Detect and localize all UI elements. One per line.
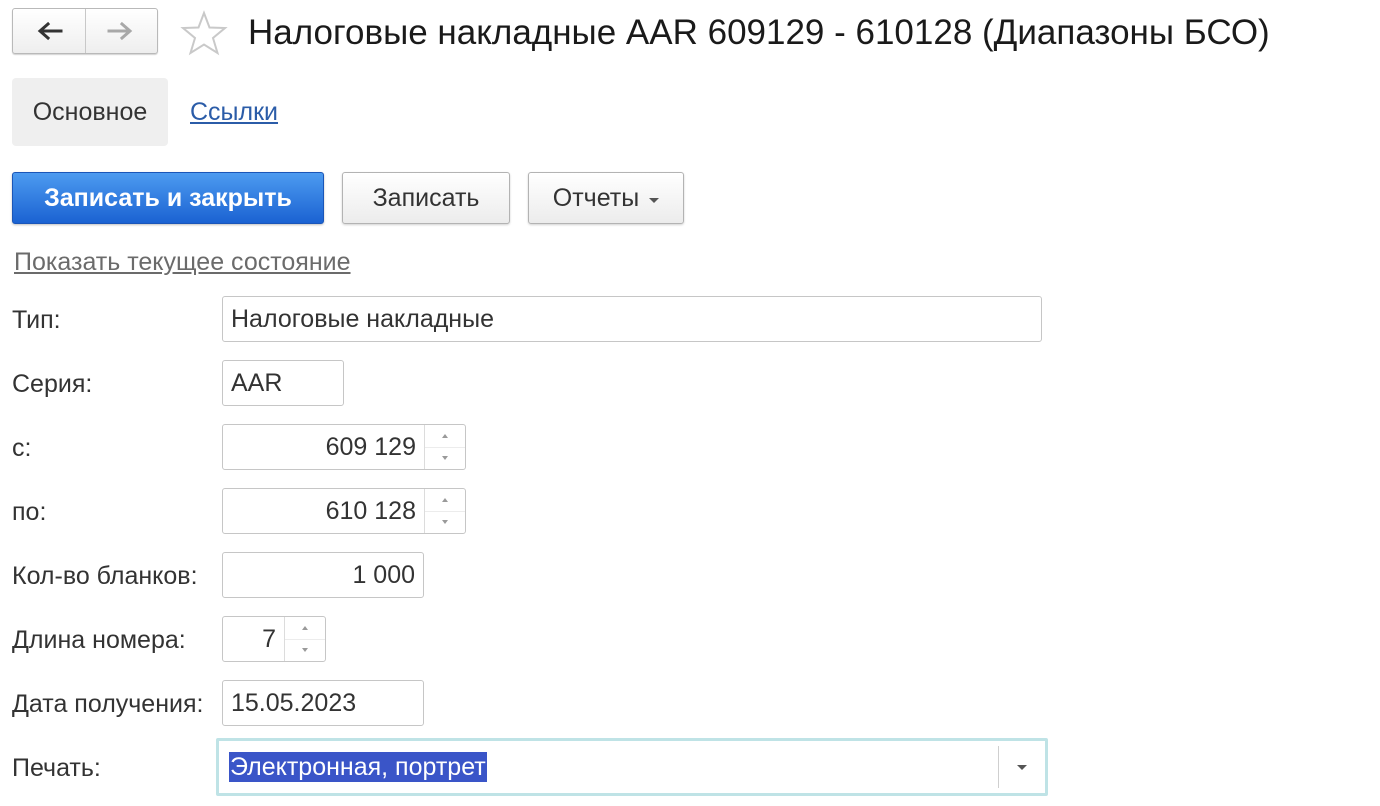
number-length-increment-button[interactable] (285, 617, 325, 639)
series-label: Серия: (12, 370, 93, 398)
count-value: 1 000 (352, 560, 415, 589)
from-decrement-button[interactable] (425, 446, 465, 470)
favorite-star-button[interactable] (180, 10, 228, 61)
print-value: Электронная, портрет (229, 752, 487, 782)
from-field[interactable]: 609 129 (222, 424, 466, 470)
series-value: AAR (231, 368, 283, 397)
date-received-label: Дата получения: (12, 690, 204, 718)
save-and-close-button[interactable]: Записать и закрыть (12, 172, 324, 224)
type-value: Налоговые накладные (231, 304, 494, 333)
print-dropdown-button[interactable] (999, 764, 1045, 770)
spin-down-icon (302, 648, 308, 653)
spin-up-icon (442, 497, 448, 502)
number-length-field[interactable]: 7 (222, 616, 326, 662)
from-label: с: (12, 434, 32, 462)
print-select[interactable]: Электронная, портрет (216, 738, 1048, 796)
type-field[interactable]: Налоговые накладные (222, 296, 1042, 342)
reports-button[interactable]: Отчеты (528, 172, 684, 224)
number-length-value: 7 (262, 624, 276, 653)
spin-down-icon (442, 456, 448, 461)
to-stepper[interactable] (424, 489, 465, 533)
save-button[interactable]: Записать (342, 172, 510, 224)
print-label: Печать: (12, 754, 101, 782)
series-field[interactable]: AAR (222, 360, 344, 406)
from-stepper[interactable] (424, 425, 465, 469)
number-length-stepper[interactable] (284, 617, 325, 661)
count-label: Кол-во бланков: (12, 562, 198, 590)
star-icon (180, 10, 228, 56)
chevron-down-icon (649, 197, 660, 203)
reports-button-label: Отчеты (552, 183, 640, 212)
arrow-right-icon (107, 21, 133, 41)
spin-down-icon (442, 520, 448, 525)
from-value: 609 129 (325, 432, 416, 461)
to-increment-button[interactable] (425, 489, 465, 511)
forward-button[interactable] (84, 9, 158, 53)
from-increment-button[interactable] (425, 425, 465, 447)
tab-main[interactable]: Основное (12, 78, 168, 146)
type-label: Тип: (12, 306, 61, 334)
to-field[interactable]: 610 128 (222, 488, 466, 534)
to-decrement-button[interactable] (425, 510, 465, 534)
count-field[interactable]: 1 000 (222, 552, 424, 598)
chevron-down-icon (1017, 764, 1027, 770)
date-received-value: 15.05.2023 (231, 688, 357, 717)
spin-up-icon (442, 433, 448, 438)
back-button[interactable] (13, 9, 85, 53)
page-title: Налоговые накладные AAR 609129 - 610128 … (248, 13, 1270, 52)
date-received-field[interactable]: 15.05.2023 (222, 680, 424, 726)
to-value: 610 128 (325, 496, 416, 525)
to-label: по: (12, 498, 47, 526)
number-length-decrement-button[interactable] (285, 638, 325, 662)
print-input[interactable]: Электронная, портрет (219, 741, 998, 793)
show-current-state-link[interactable]: Показать текущее состояние (14, 246, 351, 278)
number-length-label: Длина номера: (12, 626, 186, 654)
tab-links[interactable]: Ссылки (190, 96, 278, 128)
spin-up-icon (302, 625, 308, 630)
navigation-buttons (12, 8, 158, 54)
arrow-left-icon (37, 21, 63, 41)
